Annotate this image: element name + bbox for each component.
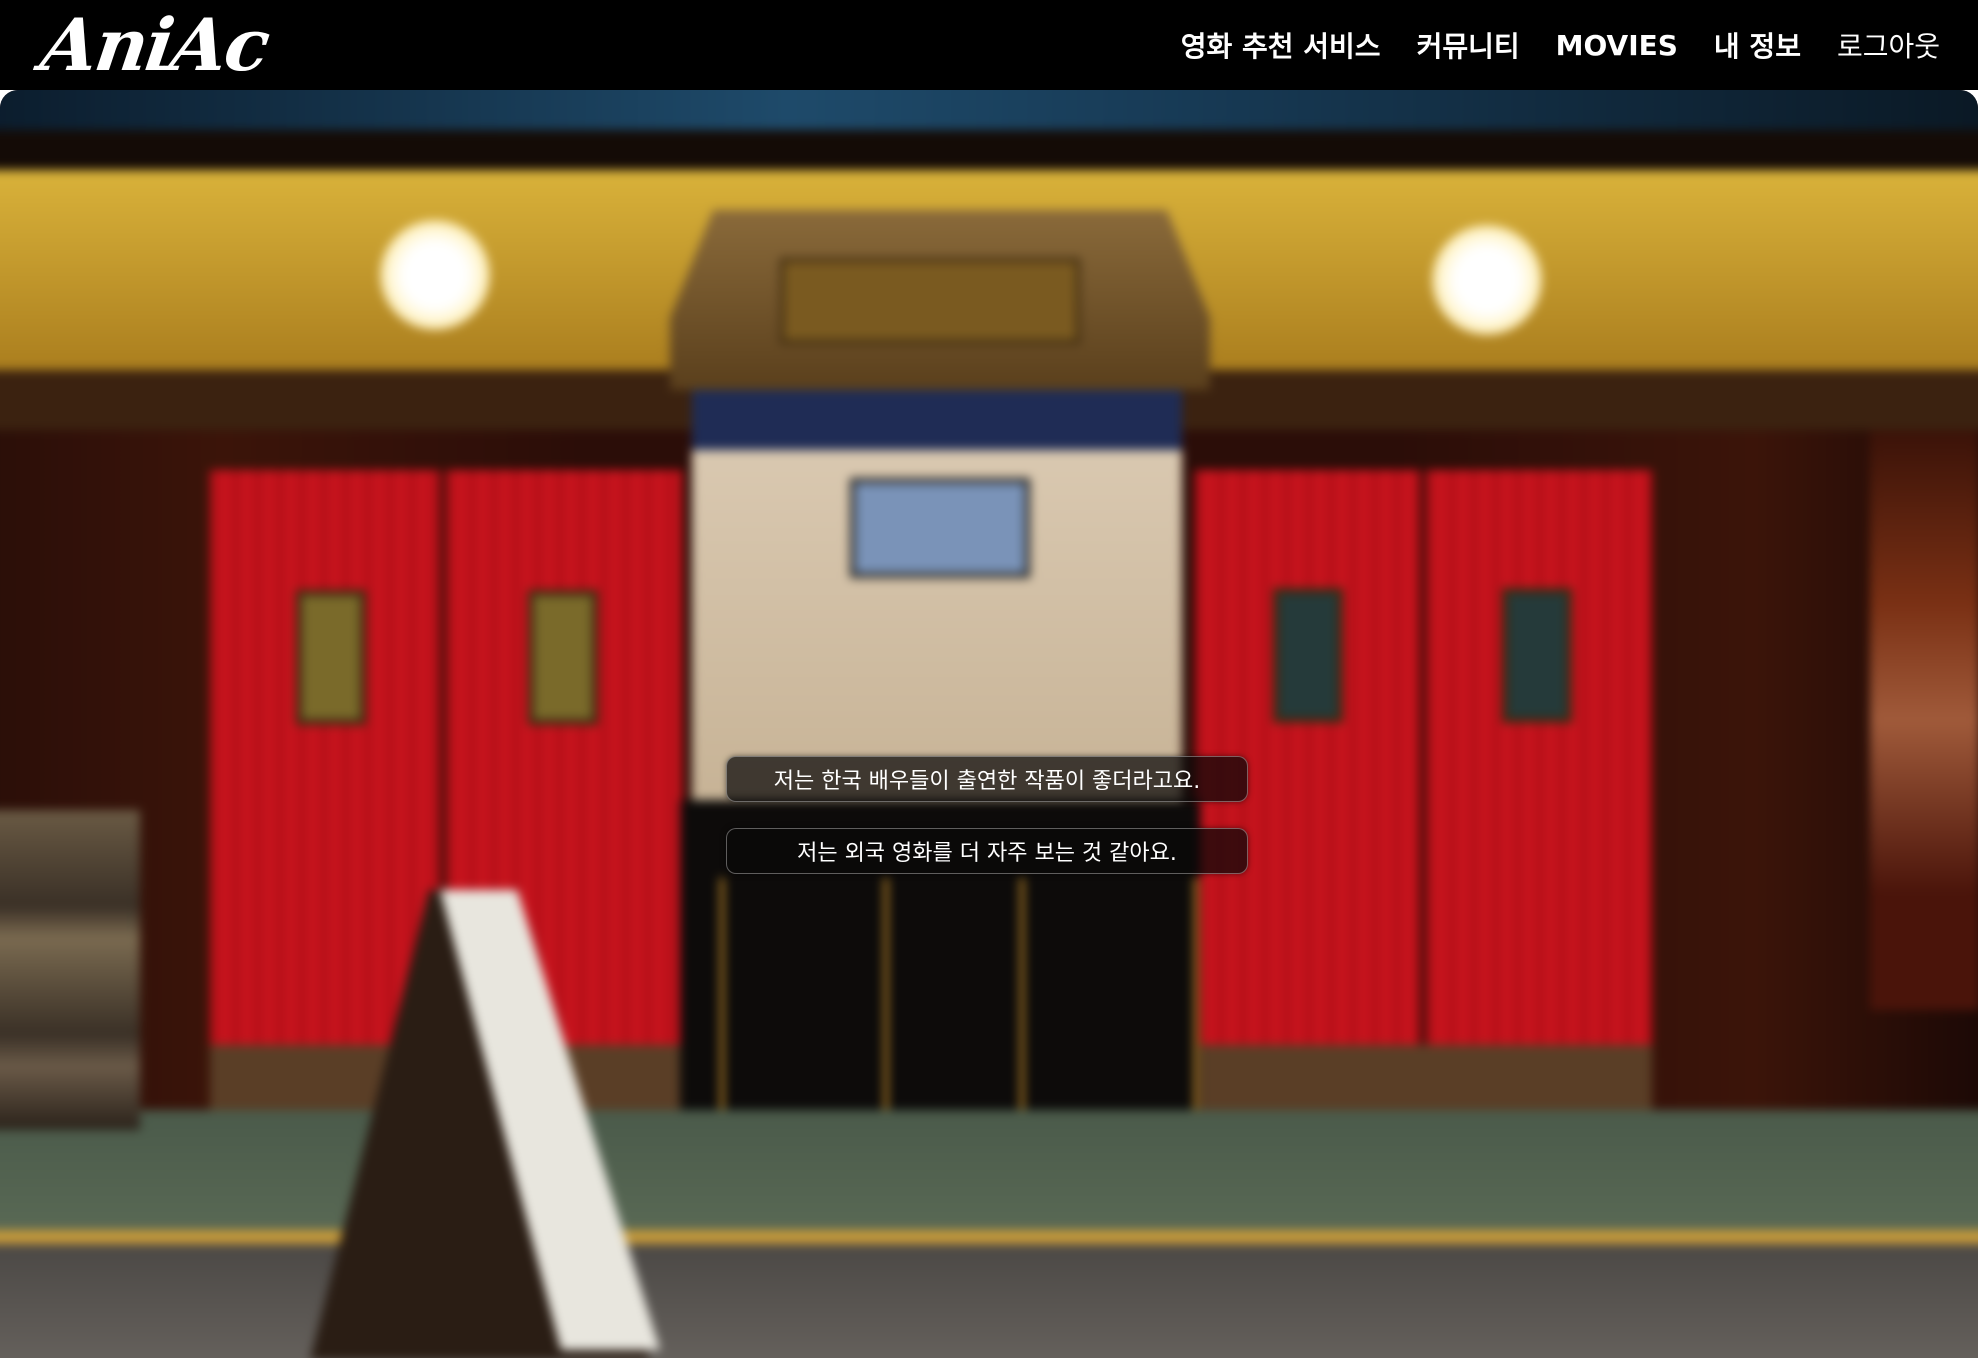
box-office-background-image — [0, 90, 1978, 1358]
site-logo[interactable]: AniAc — [36, 0, 274, 90]
nav-item-my-info[interactable]: 내 정보 — [1714, 25, 1801, 65]
lamp-right — [1432, 225, 1542, 335]
movie-poster — [1870, 430, 1978, 1010]
box-office-sign — [780, 258, 1080, 344]
nav-item-movies[interactable]: MOVIES — [1556, 29, 1678, 62]
newspaper-rack — [0, 810, 140, 1130]
awning — [0, 130, 1978, 170]
lamp-left — [380, 220, 490, 330]
door-right-2 — [1426, 470, 1652, 1110]
door-window — [1273, 588, 1343, 723]
box-office-booth-window — [692, 390, 1182, 800]
option-foreign-movies[interactable]: 저는 외국 영화를 더 자주 보는 것 같아요. — [726, 828, 1248, 874]
door-window — [528, 590, 598, 725]
nav-item-logout[interactable]: 로그아웃 — [1837, 25, 1940, 65]
door-window — [296, 590, 366, 725]
curb — [0, 1230, 1978, 1244]
box-office-screen — [850, 478, 1030, 578]
top-navbar: AniAc 영화 추천 서비스 커뮤니티 MOVIES 내 정보 로그아웃 — [0, 0, 1978, 90]
main-nav: 영화 추천 서비스 커뮤니티 MOVIES 내 정보 로그아웃 — [1181, 25, 1940, 65]
nav-item-community[interactable]: 커뮤니티 — [1417, 25, 1520, 65]
door-window — [1502, 588, 1572, 723]
sidewalk — [0, 1244, 1978, 1358]
hero-section: 저는 한국 배우들이 출연한 작품이 좋더라고요. 저는 외국 영화를 더 자주… — [0, 90, 1978, 1358]
preference-options: 저는 한국 배우들이 출연한 작품이 좋더라고요. 저는 외국 영화를 더 자주… — [726, 756, 1248, 874]
option-korean-actors[interactable]: 저는 한국 배우들이 출연한 작품이 좋더라고요. — [726, 756, 1248, 802]
kickplate — [1195, 1045, 1652, 1110]
floor — [0, 1110, 1978, 1250]
nav-item-recommendation[interactable]: 영화 추천 서비스 — [1181, 25, 1381, 65]
